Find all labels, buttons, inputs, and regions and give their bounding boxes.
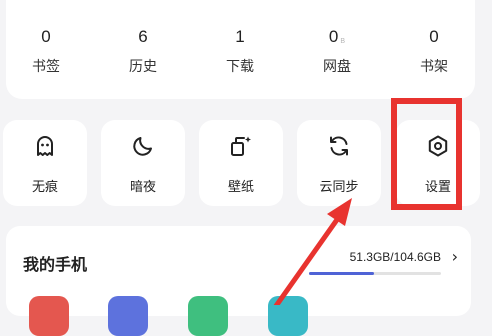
stat-value-number: 0: [328, 27, 339, 46]
app-icon-teal[interactable]: [268, 296, 308, 336]
highlight-box: [391, 98, 462, 210]
stat-value: 0: [41, 27, 51, 46]
stat-value: 1: [235, 27, 245, 46]
stat-label: 书签: [32, 59, 60, 75]
tile-label: 云同步: [319, 180, 359, 195]
stat-label: 历史: [129, 59, 157, 75]
stat-cloud-drive[interactable]: 0B 网盘: [297, 26, 377, 76]
ghost-icon: [37, 136, 53, 156]
chevron-right-icon[interactable]: ›: [452, 247, 458, 266]
tile-label: 无痕: [31, 180, 58, 195]
cloud-sync-tile[interactable]: 云同步: [297, 120, 381, 206]
tile-label: 暗夜: [129, 180, 156, 195]
my-phone-title: 我的手机: [23, 255, 88, 274]
storage-usage-text: 51.3GB/104.6GB: [349, 250, 441, 264]
tile-label: 壁纸: [227, 180, 254, 195]
wallpaper-tile[interactable]: 壁纸: [199, 120, 283, 206]
storage-progress-bar: [309, 272, 441, 275]
stats-card: 0 书签 6 历史 1 下载 0B 网盘 0 书架: [6, 0, 475, 99]
night-mode-tile[interactable]: 暗夜: [101, 120, 185, 206]
app-icon-red[interactable]: [29, 296, 69, 336]
app-icon-green[interactable]: [188, 296, 228, 336]
incognito-tile[interactable]: 无痕: [3, 120, 87, 206]
stat-bookmarks[interactable]: 0 书签: [6, 26, 86, 76]
my-phone-card[interactable]: 我的手机 51.3GB/104.6GB ›: [6, 226, 471, 316]
stat-downloads[interactable]: 1 下载: [200, 26, 280, 76]
stat-bookshelf[interactable]: 0 书架: [394, 26, 474, 76]
stat-label: 书架: [420, 59, 448, 75]
stat-history[interactable]: 6 历史: [103, 26, 183, 76]
sync-icon: [330, 136, 348, 156]
stat-value: 0: [429, 27, 439, 46]
stat-label: 下载: [226, 59, 254, 75]
stat-value: 6: [138, 27, 148, 46]
app-icon-blue[interactable]: [108, 296, 148, 336]
stat-label: 网盘: [323, 59, 351, 75]
stat-unit: B: [340, 38, 346, 45]
storage-progress-fill: [309, 272, 374, 275]
wallpaper-icon: [231, 136, 251, 156]
moon-icon: [133, 137, 152, 156]
stat-value: 0B: [297, 26, 377, 48]
